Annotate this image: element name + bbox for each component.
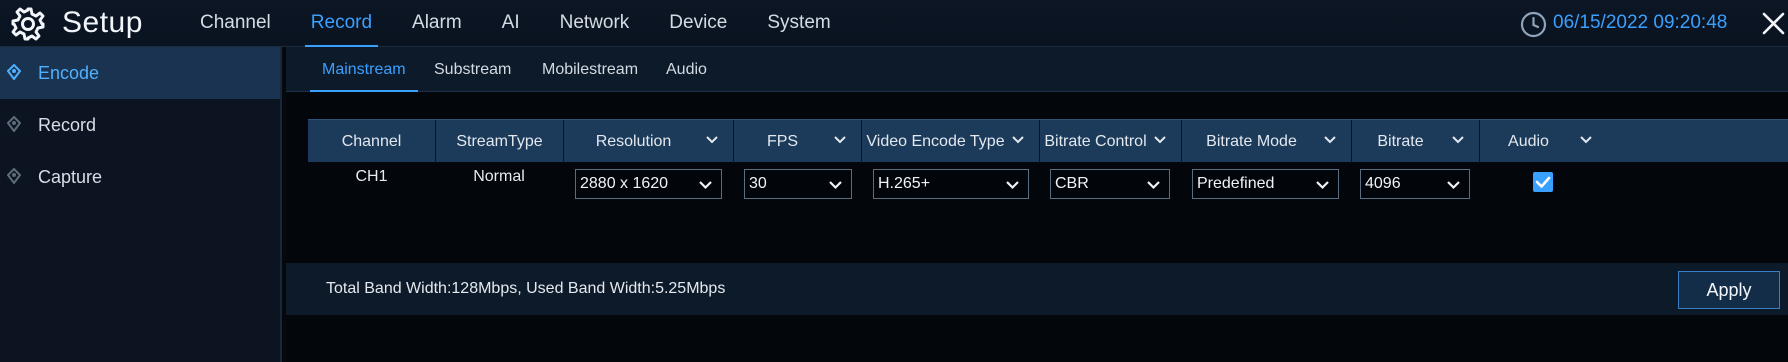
header-audio: Audio xyxy=(1479,120,1607,163)
chevron-down-icon xyxy=(1006,181,1019,190)
header-streamtype: StreamType xyxy=(435,120,563,163)
resolution-select[interactable]: 2880 x 1620 xyxy=(575,169,722,199)
bitrate-value: 4096 xyxy=(1365,175,1401,192)
channel-cell: CH1 xyxy=(355,168,388,185)
audio-checkbox[interactable] xyxy=(1533,172,1553,192)
header-bitrate: Bitrate xyxy=(1351,120,1479,163)
bandwidth-info: Total Band Width:128Mbps, Used Band Widt… xyxy=(326,280,726,297)
header-bitrate-mode: Bitrate Mode xyxy=(1181,120,1351,163)
streamtype-cell: Normal xyxy=(473,168,525,185)
resolution-value: 2880 x 1620 xyxy=(580,175,669,192)
location-pin-icon xyxy=(7,116,21,132)
nav-device[interactable]: Device xyxy=(649,0,747,47)
tab-mobilestream[interactable]: Mobilestream xyxy=(542,47,638,92)
chevron-down-icon[interactable] xyxy=(1153,135,1167,145)
sidebar-item-label: Record xyxy=(38,114,97,135)
fps-select[interactable]: 30 xyxy=(744,169,852,199)
top-bar: Setup Channel Record Alarm AI Network De… xyxy=(0,0,1788,47)
page-title: Setup xyxy=(62,6,143,39)
datetime-display: 06/15/2022 09:20:48 xyxy=(1553,12,1728,33)
sidebar-item-record[interactable]: Record xyxy=(0,99,280,151)
chevron-down-icon[interactable] xyxy=(833,135,847,145)
header-bitrate-control: Bitrate Control xyxy=(1039,120,1181,163)
bitrate-control-select[interactable]: CBR xyxy=(1050,169,1170,199)
sidebar: Encode Record Capture xyxy=(0,47,282,362)
header-channel: Channel xyxy=(341,133,402,150)
chevron-down-icon xyxy=(1447,181,1460,190)
bitrate-select[interactable]: 4096 xyxy=(1360,169,1470,199)
table-header: Channel StreamType Resolution FPS Video … xyxy=(308,119,1788,163)
nav-alarm[interactable]: Alarm xyxy=(392,0,482,47)
video-encode-type-select[interactable]: H.265+ xyxy=(873,169,1029,199)
chevron-down-icon[interactable] xyxy=(705,135,719,145)
sidebar-item-capture[interactable]: Capture xyxy=(0,151,280,203)
main-panel: Mainstream Substream Mobilestream Audio … xyxy=(286,47,1788,362)
tab-substream[interactable]: Substream xyxy=(434,47,511,92)
sidebar-item-label: Capture xyxy=(38,166,103,187)
nav-system[interactable]: System xyxy=(747,0,850,47)
chevron-down-icon[interactable] xyxy=(1323,135,1337,145)
main-nav: Channel Record Alarm AI Network Device S… xyxy=(180,0,851,47)
fps-value: 30 xyxy=(749,175,767,192)
chevron-down-icon[interactable] xyxy=(1451,135,1465,145)
tab-audio[interactable]: Audio xyxy=(666,47,707,92)
chevron-down-icon xyxy=(829,181,842,190)
checkmark-icon xyxy=(1535,176,1551,188)
tab-mainstream[interactable]: Mainstream xyxy=(310,47,418,92)
close-icon[interactable] xyxy=(1761,11,1786,36)
chevron-down-icon xyxy=(1316,181,1329,190)
nav-ai[interactable]: AI xyxy=(482,0,540,47)
apply-button[interactable]: Apply xyxy=(1678,271,1780,309)
location-pin-icon xyxy=(7,168,21,184)
clock-icon xyxy=(1520,11,1547,38)
bitrate-mode-select[interactable]: Predefined xyxy=(1192,169,1339,199)
chevron-down-icon xyxy=(699,181,712,190)
bitrate-control-value: CBR xyxy=(1055,175,1089,192)
bitrate-mode-value: Predefined xyxy=(1197,175,1275,192)
chevron-down-icon[interactable] xyxy=(1011,135,1025,145)
subtab-bar: Mainstream Substream Mobilestream Audio xyxy=(286,47,1788,92)
header-fps: FPS xyxy=(733,120,861,163)
header-video-encode-type: Video Encode Type xyxy=(861,120,1039,163)
table-row: CH1 Normal 2880 x 1620 30 H.265+ CBR Pre… xyxy=(308,162,1788,202)
nav-network[interactable]: Network xyxy=(540,0,650,47)
header-resolution: Resolution xyxy=(563,120,733,163)
sidebar-item-label: Encode xyxy=(38,62,100,83)
encode-table: Channel StreamType Resolution FPS Video … xyxy=(308,119,1788,202)
gear-icon[interactable] xyxy=(10,6,46,42)
nav-record[interactable]: Record xyxy=(291,0,392,47)
location-pin-icon xyxy=(7,64,21,80)
nav-channel[interactable]: Channel xyxy=(180,0,291,47)
chevron-down-icon[interactable] xyxy=(1579,135,1593,145)
video-encode-type-value: H.265+ xyxy=(878,175,931,192)
sidebar-item-encode[interactable]: Encode xyxy=(0,47,280,99)
footer-bar: Total Band Width:128Mbps, Used Band Widt… xyxy=(286,263,1788,315)
chevron-down-icon xyxy=(1147,181,1160,190)
